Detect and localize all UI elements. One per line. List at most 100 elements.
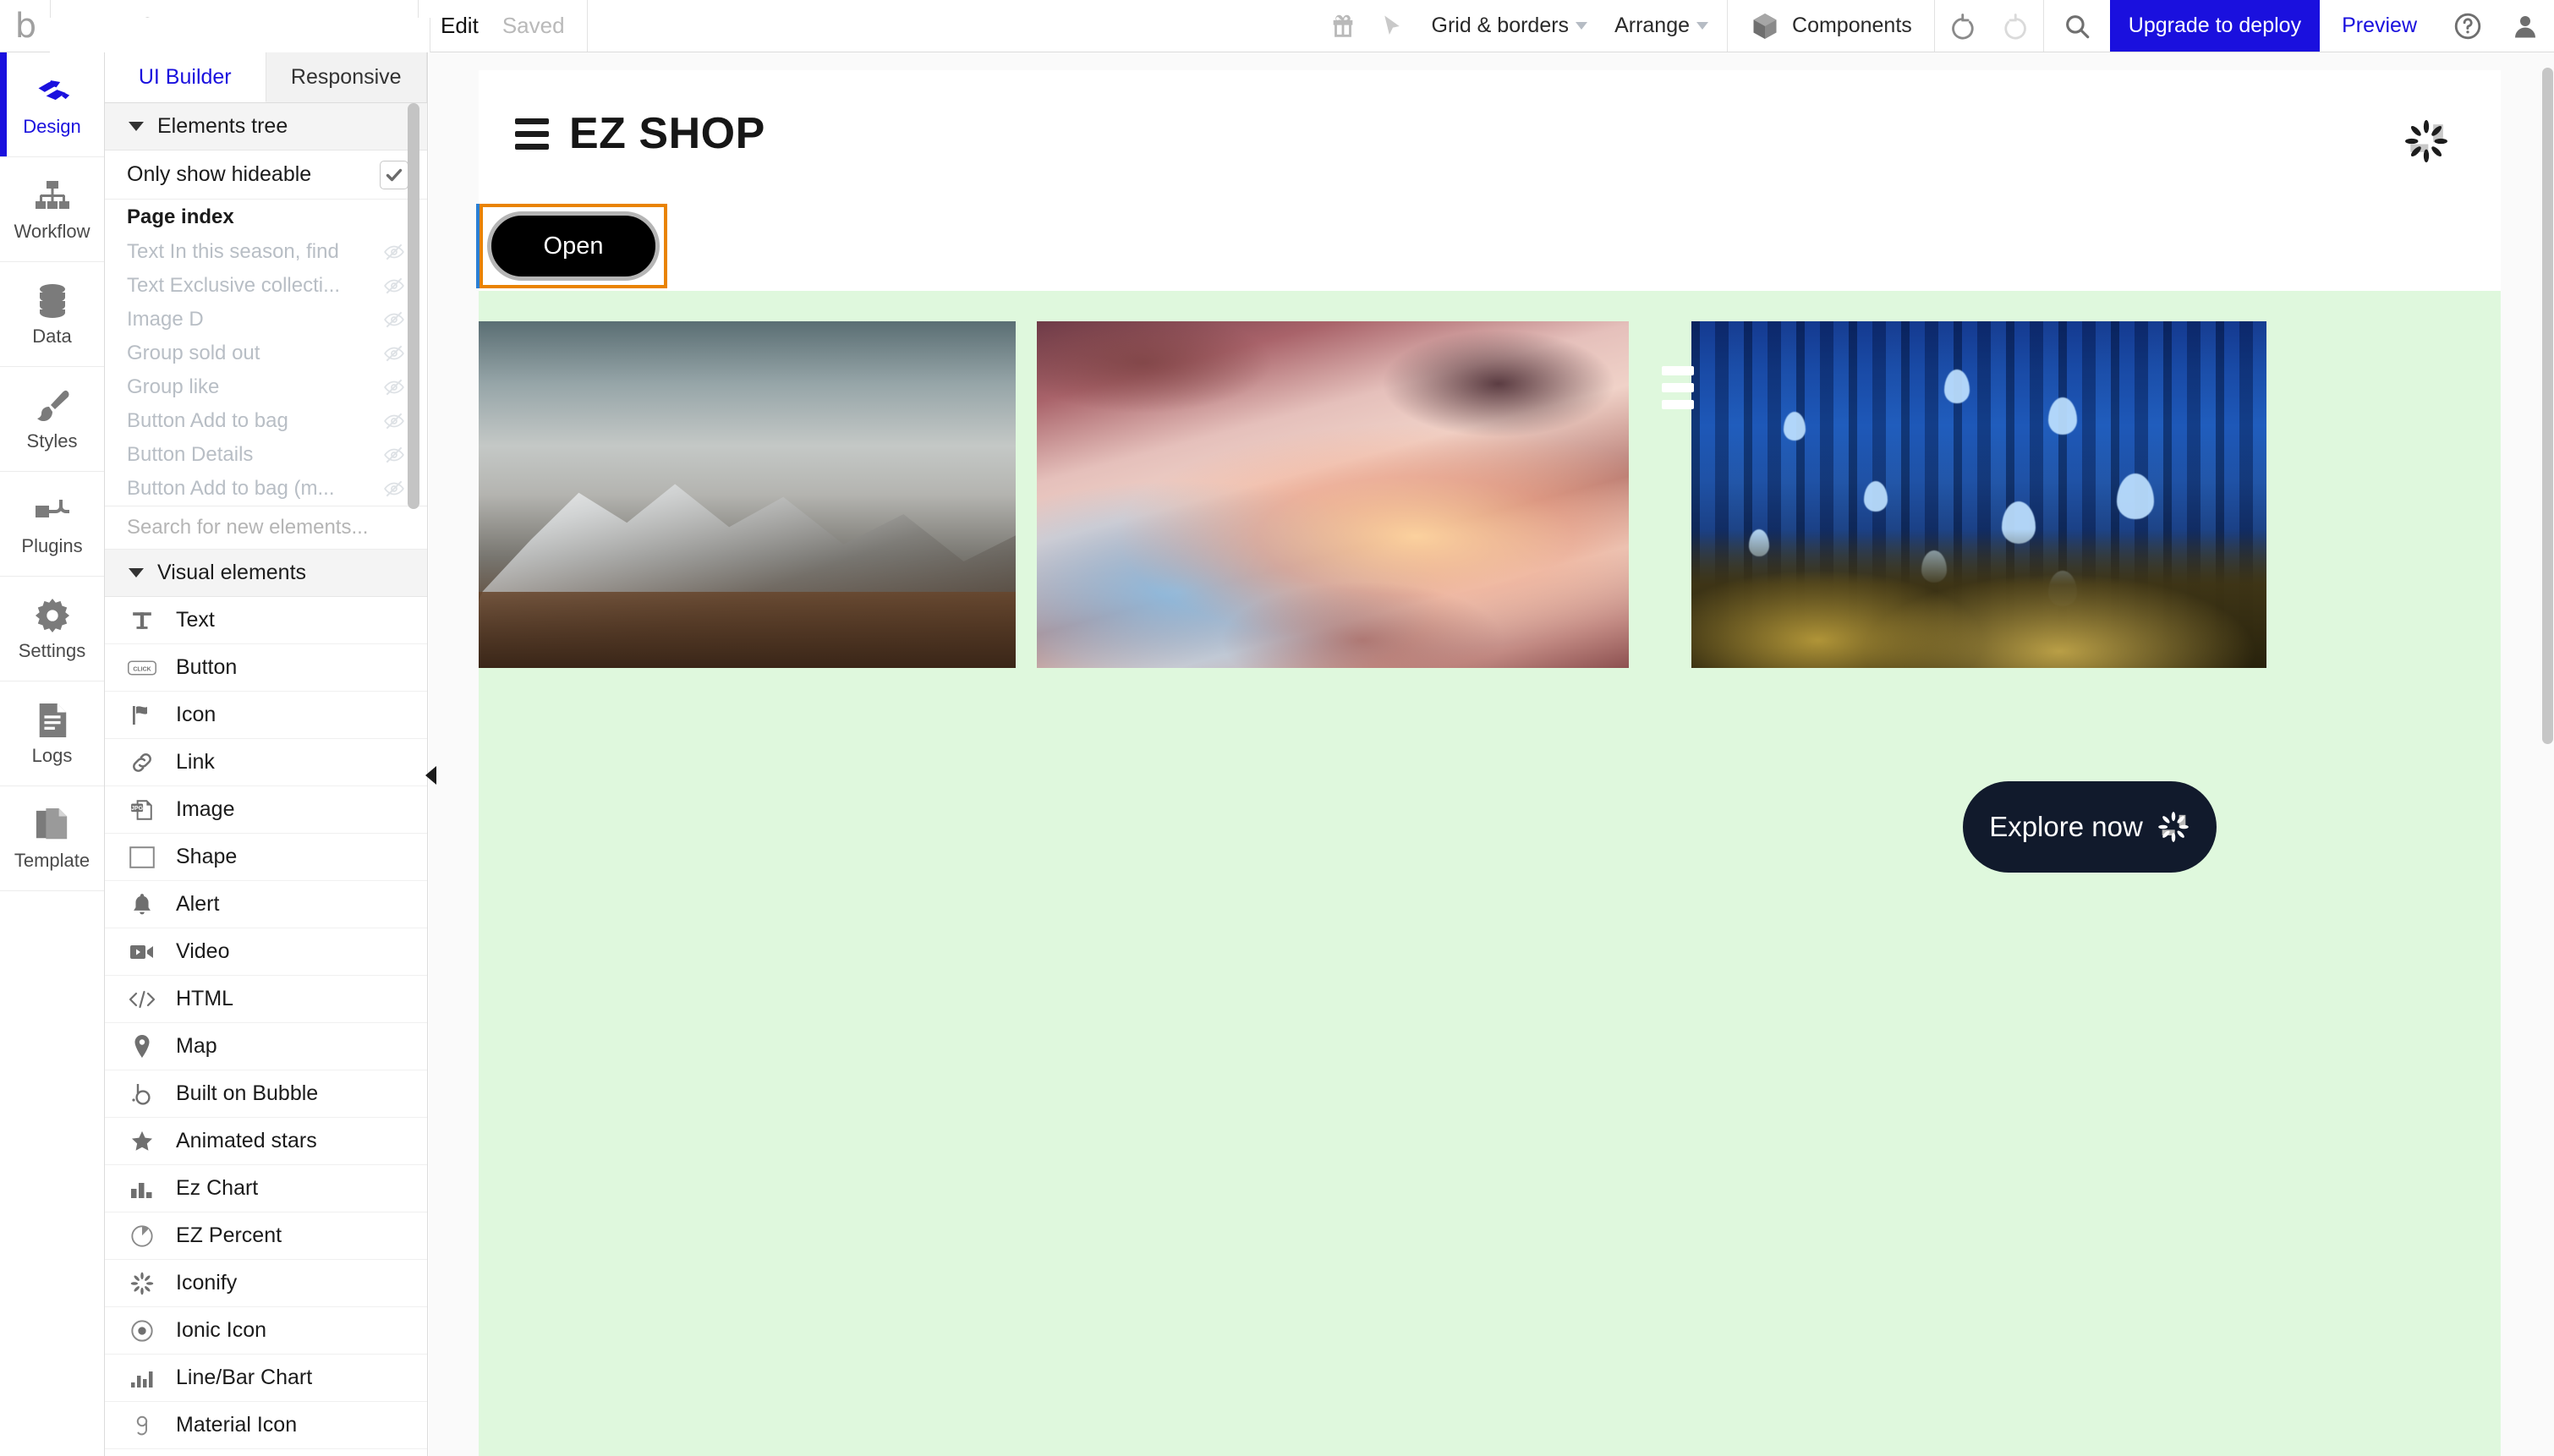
components-button[interactable]: Components <box>1728 0 1935 52</box>
rail-item-settings[interactable]: Settings <box>0 577 104 681</box>
collapse-left-icon <box>425 766 436 785</box>
chevron-down-icon <box>1696 22 1709 30</box>
rail-item-template[interactable]: Template <box>0 786 104 891</box>
gear-icon <box>33 596 72 635</box>
eye-slash-icon[interactable] <box>383 309 405 331</box>
pie-chart-icon <box>127 1224 157 1248</box>
tab-ui-builder[interactable]: UI Builder <box>105 52 266 102</box>
search-icon <box>2063 12 2091 41</box>
visual-element-html[interactable]: HTML <box>105 976 427 1023</box>
eye-slash-icon[interactable] <box>383 241 405 263</box>
components-label: Components <box>1792 14 1912 37</box>
eye-slash-icon[interactable] <box>383 376 405 398</box>
tree-item[interactable]: Group sold out <box>105 337 427 370</box>
visual-element-text[interactable]: Text <box>105 597 427 644</box>
user-account-button[interactable] <box>2496 0 2554 52</box>
visual-element-link[interactable]: Link <box>105 739 427 786</box>
tab-responsive[interactable]: Responsive <box>266 52 427 102</box>
rail-item-plugins[interactable]: Plugins <box>0 472 104 577</box>
arrange-label: Arrange <box>1614 14 1691 37</box>
visual-elements-header[interactable]: Visual elements <box>105 550 427 597</box>
visual-element-map[interactable]: Map <box>105 1023 427 1070</box>
visual-element-image[interactable]: JPG Image <box>105 786 427 834</box>
redo-icon[interactable] <box>1998 12 2026 41</box>
gift-icon[interactable] <box>1329 12 1357 41</box>
panel-tabs: UI Builder Responsive <box>105 52 427 103</box>
grid-borders-menu[interactable]: Grid & borders <box>1432 14 1588 38</box>
edit-label[interactable]: Edit <box>441 13 479 39</box>
tree-item[interactable]: Text Exclusive collecti... <box>105 269 427 303</box>
rail-item-styles[interactable]: Styles <box>0 367 104 472</box>
gallery-image-clouds[interactable] <box>1037 321 1629 668</box>
visual-element-icon[interactable]: Icon <box>105 692 427 739</box>
image-gallery <box>479 321 2501 676</box>
arrange-menu[interactable]: Arrange <box>1614 14 1709 38</box>
tree-item[interactable]: Button Add to bag (m... <box>105 472 427 506</box>
tree-item[interactable]: Image D <box>105 303 427 337</box>
document-icon <box>33 701 72 740</box>
explore-now-button[interactable]: Explore now <box>1963 781 2217 873</box>
gallery-image-mountain[interactable] <box>479 321 1016 668</box>
cursor-arrow-icon[interactable] <box>1379 14 1405 39</box>
top-toolbar: b Page: index Button Open Edit Saved Gri… <box>0 0 2554 1404</box>
canvas-scrollbar-thumb[interactable] <box>2542 68 2553 744</box>
tree-item[interactable]: Group like <box>105 370 427 404</box>
visual-element-iconify[interactable]: Iconify <box>105 1260 427 1307</box>
visual-element-ez-percent[interactable]: EZ Percent <box>105 1212 427 1260</box>
tree-item[interactable]: Button Details <box>105 438 427 472</box>
overlay-hamburger-menu-icon[interactable] <box>1662 366 1694 409</box>
visual-element-line-bar-chart[interactable]: Line/Bar Chart <box>105 1355 427 1402</box>
bubble-logo-icon <box>127 1082 157 1106</box>
rail-item-label: Settings <box>18 639 86 661</box>
bubble-logo[interactable]: b <box>0 0 51 52</box>
upgrade-to-deploy-button[interactable]: Upgrade to deploy <box>2109 0 2321 52</box>
visual-element-built-on-bubble[interactable]: Built on Bubble <box>105 1070 427 1118</box>
open-button[interactable]: Open <box>487 211 660 281</box>
visual-element-alert[interactable]: Alert <box>105 881 427 928</box>
visual-element-label: Image <box>176 797 235 821</box>
search-new-elements-input[interactable]: Search for new elements... <box>105 506 427 550</box>
visual-element-ez-chart[interactable]: Ez Chart <box>105 1165 427 1212</box>
rail-item-data[interactable]: Data <box>0 262 104 367</box>
canvas-area: EZ SHOP Open Explore now <box>429 52 2554 1456</box>
rail-item-design[interactable]: Design <box>0 52 104 157</box>
visual-element-label: Link <box>176 750 215 774</box>
visual-element-video[interactable]: Video <box>105 928 427 976</box>
panel-scrollbar-thumb[interactable] <box>408 103 419 509</box>
site-header: EZ SHOP <box>479 70 2501 197</box>
visual-element-paypal-buttons[interactable]: PayPal Buttons <box>105 1449 427 1456</box>
open-button-selection[interactable]: Open <box>480 204 667 288</box>
rail-item-logs[interactable]: Logs <box>0 681 104 786</box>
visual-element-material-icon[interactable]: Material Icon <box>105 1402 427 1449</box>
visual-element-button[interactable]: CLICK Button <box>105 644 427 692</box>
only-show-hideable-checkbox[interactable] <box>380 160 408 189</box>
panel-collapse-handle[interactable] <box>421 757 440 794</box>
preview-button[interactable]: Preview <box>2320 0 2439 52</box>
tree-item[interactable]: Text In this season, find <box>105 235 427 269</box>
visual-element-animated-stars[interactable]: Animated stars <box>105 1118 427 1165</box>
tree-item[interactable]: Button Add to bag <box>105 404 427 438</box>
tree-item-page-index[interactable]: Page index <box>105 200 427 235</box>
asterisk-burst-icon[interactable] <box>2403 118 2450 165</box>
gallery-image-butterflies[interactable] <box>1691 321 2266 668</box>
eye-slash-icon[interactable] <box>383 444 405 466</box>
eye-slash-icon[interactable] <box>383 478 405 500</box>
eye-slash-icon[interactable] <box>383 275 405 297</box>
flag-icon <box>127 704 157 726</box>
eye-slash-icon[interactable] <box>383 410 405 432</box>
hamburger-menu-icon[interactable] <box>515 118 549 150</box>
panel-scrollbar[interactable] <box>408 103 419 1456</box>
pages-icon <box>33 806 72 845</box>
elements-tree-header[interactable]: Elements tree <box>105 103 427 151</box>
visual-element-label: Text <box>176 608 215 632</box>
eye-slash-icon[interactable] <box>383 342 405 364</box>
help-button[interactable] <box>2439 0 2496 52</box>
visual-element-shape[interactable]: Shape <box>105 834 427 881</box>
canvas-scrollbar[interactable] <box>2540 52 2554 1456</box>
rail-item-workflow[interactable]: Workflow <box>0 157 104 262</box>
only-show-hideable-row[interactable]: Only show hideable <box>105 151 427 200</box>
visual-element-ionic-icon[interactable]: Ionic Icon <box>105 1307 427 1355</box>
tree-item-label: Group sold out <box>127 342 260 364</box>
search-button[interactable] <box>2044 0 2110 52</box>
undo-icon[interactable] <box>1951 12 1981 41</box>
